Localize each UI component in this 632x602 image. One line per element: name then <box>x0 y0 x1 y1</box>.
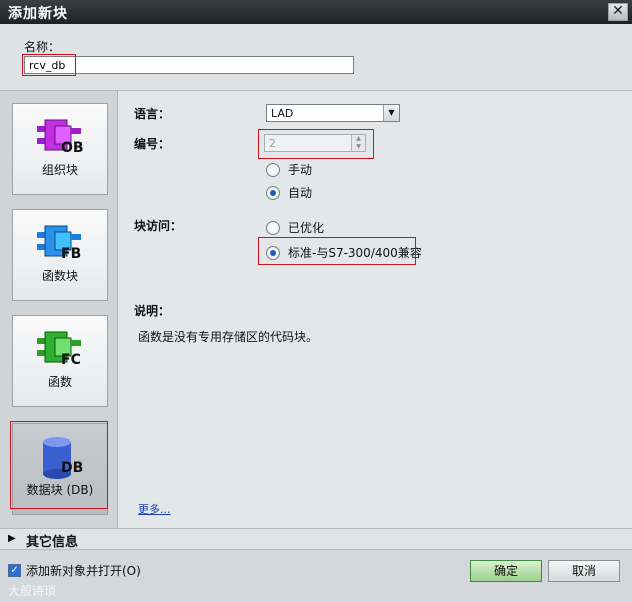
highlight-box <box>258 129 374 159</box>
add-open-label: 添加新对象并打开(O) <box>26 564 141 578</box>
ok-button[interactable]: 确定 <box>470 560 542 582</box>
add-open-checkbox[interactable]: ✓ <box>8 564 21 577</box>
radio-optimized[interactable]: 已优化 <box>266 219 324 236</box>
name-area: 名称： <box>0 24 632 90</box>
desc-label: 说明： <box>134 304 171 318</box>
properties-panel: 语言： LAD ▼ 编号： 2 ▲ ▼ 手动 自动 块访问： 已优化 标准-与S… <box>118 90 632 528</box>
other-info-label: 其它信息 <box>26 535 79 550</box>
cancel-button[interactable]: 取消 <box>548 560 620 582</box>
title-bar: 添加新块 ✕ <box>0 0 632 24</box>
radio-circle-icon <box>266 220 280 235</box>
chevron-down-icon: ▼ <box>383 105 399 121</box>
access-label: 块访问： <box>134 219 183 233</box>
optimized-label: 已优化 <box>288 221 325 235</box>
close-button[interactable]: ✕ <box>608 3 628 21</box>
block-type-fc-button[interactable]: FC 函数 <box>12 315 108 407</box>
radio-manual[interactable]: 手动 <box>266 161 312 178</box>
language-value: LAD <box>271 107 294 120</box>
other-info-section[interactable]: ▶ 其它信息 <box>0 528 632 550</box>
name-label: 名称： <box>24 40 61 54</box>
block-type-panel: OB 组织块 FB 函数块 FC 函数 DB 数据块 (DB) <box>0 90 118 528</box>
watermark-text: 大般诗琐 <box>8 584 57 598</box>
expand-arrow-icon: ▶ <box>8 533 16 544</box>
fb-label: 函数块 <box>41 269 78 283</box>
ob-label: 组织块 <box>41 163 78 177</box>
language-label: 语言： <box>134 107 171 121</box>
more-link[interactable]: 更多... <box>138 501 171 517</box>
fc-label: 函数 <box>47 375 72 389</box>
auto-label: 自动 <box>288 186 313 200</box>
ob-code: OB <box>61 140 84 156</box>
fb-code: FB <box>61 246 82 262</box>
radio-circle-icon <box>266 162 280 177</box>
footer: ✓ 添加新对象并打开(O) 确定 取消 大般诗琐 <box>0 550 632 602</box>
highlight-box <box>10 421 108 509</box>
language-select[interactable]: LAD ▼ <box>266 104 400 122</box>
description-text: 函数是没有专用存储区的代码块。 <box>138 330 319 344</box>
highlight-box <box>22 54 76 76</box>
block-type-ob-button[interactable]: OB 组织块 <box>12 103 108 195</box>
block-type-fb-button[interactable]: FB 函数块 <box>12 209 108 301</box>
manual-label: 手动 <box>288 163 313 177</box>
radio-checked-icon <box>266 185 280 200</box>
radio-auto[interactable]: 自动 <box>266 184 312 201</box>
dialog-title: 添加新块 <box>8 6 68 22</box>
highlight-box <box>258 237 416 265</box>
fc-code: FC <box>61 352 81 368</box>
number-label: 编号： <box>134 137 171 151</box>
